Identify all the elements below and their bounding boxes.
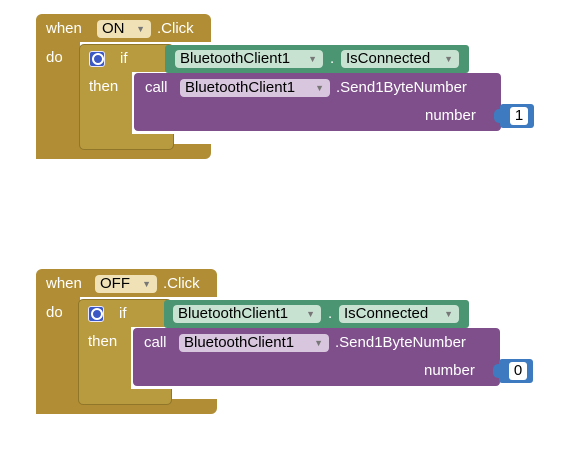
call-label: call [145, 79, 168, 96]
getter-dot: . [330, 50, 335, 67]
getter-component-dropdown[interactable]: BluetoothClient1 ▼ [173, 305, 321, 323]
event-name: .Click [157, 20, 194, 37]
do-label: do [46, 49, 63, 66]
getter-property-dropdown[interactable]: IsConnected ▼ [341, 50, 459, 68]
send-byte-call-block[interactable]: call BluetoothClient1 ▼ .Send1ByteNumber … [134, 73, 501, 131]
chevron-down-icon: ▼ [314, 338, 323, 348]
if-label: if [120, 50, 128, 67]
then-label: then [88, 333, 118, 350]
mutator-gear-icon[interactable] [88, 306, 104, 322]
call-method: .Send1ByteNumber [335, 334, 466, 351]
call-component-dropdown[interactable]: BluetoothClient1 ▼ [179, 334, 329, 352]
chevron-down-icon: ▼ [308, 54, 317, 64]
getter-dot: . [328, 305, 333, 322]
number-value[interactable]: 1 [510, 107, 528, 125]
component-dropdown[interactable]: OFF ▼ [95, 275, 157, 293]
number-block[interactable]: 0 [499, 359, 533, 383]
when-label: when [46, 20, 82, 37]
is-connected-getter[interactable]: BluetoothClient1 ▼ . IsConnected ▼ [165, 45, 469, 73]
getter-property-dropdown[interactable]: IsConnected ▼ [339, 305, 459, 323]
mutator-gear-icon[interactable] [89, 51, 105, 67]
chevron-down-icon: ▼ [315, 83, 324, 93]
if-label: if [119, 305, 127, 322]
event-name: .Click [163, 275, 200, 292]
chevron-down-icon: ▼ [142, 279, 151, 289]
when-label: when [46, 275, 82, 292]
chevron-down-icon: ▼ [444, 309, 453, 319]
is-connected-getter[interactable]: BluetoothClient1 ▼ . IsConnected ▼ [164, 300, 469, 328]
component-dropdown[interactable]: ON ▼ [97, 20, 151, 38]
chevron-down-icon: ▼ [136, 24, 145, 34]
getter-component-dropdown[interactable]: BluetoothClient1 ▼ [175, 50, 323, 68]
number-value[interactable]: 0 [509, 362, 527, 380]
number-socket-notch [494, 109, 504, 123]
call-component-dropdown[interactable]: BluetoothClient1 ▼ [180, 79, 330, 97]
param-label: number [424, 362, 475, 379]
call-method: .Send1ByteNumber [336, 79, 467, 96]
send-byte-call-block[interactable]: call BluetoothClient1 ▼ .Send1ByteNumber … [133, 328, 500, 386]
call-label: call [144, 334, 167, 351]
then-label: then [89, 78, 119, 95]
number-block[interactable]: 1 [500, 104, 534, 128]
chevron-down-icon: ▼ [306, 309, 315, 319]
number-socket-notch [493, 364, 503, 378]
param-label: number [425, 107, 476, 124]
do-label: do [46, 304, 63, 321]
chevron-down-icon: ▼ [444, 54, 453, 64]
